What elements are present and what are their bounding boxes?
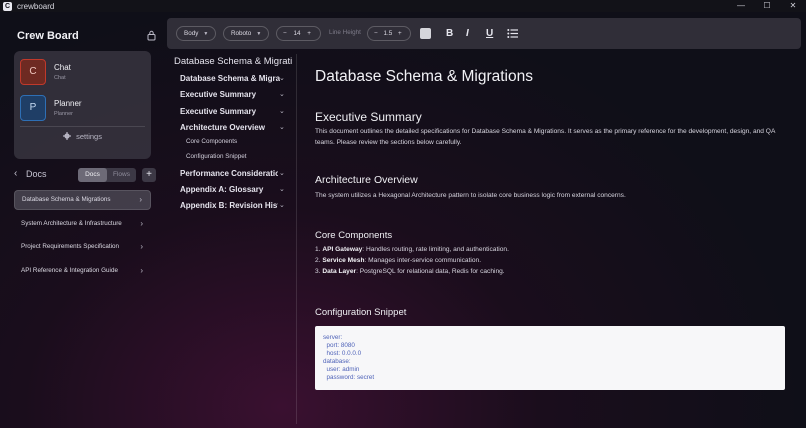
chevron-down-icon[interactable]: ⌄ — [279, 74, 285, 82]
list-item[interactable]: 2. Service Mesh: Manages inter-service c… — [315, 257, 481, 264]
increase-font-button[interactable]: + — [307, 30, 311, 37]
paragraph-architecture-overview[interactable]: The system utilizes a Hexagonal Architec… — [315, 191, 785, 202]
doc-list: Database Schema & Migrations › System Ar… — [14, 190, 151, 284]
app-title: crewboard — [17, 1, 55, 11]
doc-item-label: Database Schema & Migrations — [22, 196, 111, 203]
outline-subitem[interactable]: Configuration Snippet — [186, 153, 247, 160]
outline-item[interactable]: Executive Summary — [180, 90, 256, 99]
line-height-label: Line Height — [329, 29, 361, 36]
chevron-down-icon[interactable]: ⌄ — [279, 90, 285, 98]
increase-line-height-button[interactable]: + — [398, 30, 402, 37]
title-bar: C crewboard — ☐ ✕ — [0, 0, 806, 12]
agent-role: Chat — [54, 75, 66, 81]
divider — [20, 126, 145, 127]
gear-icon — [63, 132, 72, 140]
line-height-stepper: − 1.5 + — [367, 26, 411, 41]
docs-label: Docs — [26, 169, 47, 179]
maximize-button[interactable]: ☐ — [754, 0, 780, 12]
decrease-line-height-button[interactable]: − — [374, 30, 378, 37]
font-size-stepper: − 14 + — [276, 26, 321, 41]
italic-button[interactable]: I — [466, 26, 469, 41]
code-block[interactable]: server: port: 8080 host: 0.0.0.0 databas… — [315, 326, 785, 390]
agent-planner[interactable]: P Planner Planner — [20, 95, 82, 121]
chevron-right-icon: › — [139, 195, 142, 204]
chevron-right-icon: › — [140, 218, 143, 228]
agent-name: Planner — [54, 99, 82, 108]
agent-avatar: P — [20, 95, 46, 121]
heading-configuration-snippet[interactable]: Configuration Snippet — [315, 307, 406, 318]
style-select[interactable]: Body ▼ — [176, 26, 217, 41]
agent-chat[interactable]: C Chat Chat — [20, 59, 71, 85]
heading-executive-summary[interactable]: Executive Summary — [315, 110, 422, 124]
close-button[interactable]: ✕ — [780, 0, 806, 12]
settings-button[interactable]: settings — [14, 132, 151, 141]
chevron-right-icon: › — [140, 242, 143, 251]
docs-header: ‹ Docs Docs Flows + — [14, 168, 156, 182]
outline-item[interactable]: Performance Considerations — [180, 169, 278, 178]
agent-avatar: C — [20, 59, 46, 85]
doc-item-label: API Reference & Integration Guide — [21, 266, 118, 274]
list-item[interactable]: 3. Data Layer: PostgreSQL for relational… — [315, 268, 505, 275]
list-item[interactable]: 1. API Gateway: Handles routing, rate li… — [315, 246, 509, 253]
heading-core-components[interactable]: Core Components — [315, 230, 392, 241]
window-controls: — ☐ ✕ — [728, 0, 806, 12]
bold-button[interactable]: B — [446, 26, 453, 41]
paragraph-executive-summary[interactable]: This document outlines the detailed spec… — [315, 127, 785, 148]
line-height-value[interactable]: 1.5 — [383, 30, 392, 37]
font-select-value: Roboto — [231, 30, 252, 37]
document-title[interactable]: Database Schema & Migrations — [315, 68, 533, 86]
caret-down-icon: ▼ — [256, 31, 262, 37]
tab-docs[interactable]: Docs — [78, 168, 107, 182]
document-outline: Database Schema & Migrations Database Sc… — [167, 54, 297, 424]
minimize-button[interactable]: — — [728, 0, 754, 12]
chevron-left-icon[interactable]: ‹ — [14, 168, 17, 179]
doc-item-system-architecture[interactable]: System Architecture & Infrastructure › — [14, 214, 151, 234]
outline-subitem[interactable]: Core Components — [186, 138, 237, 145]
chevron-down-icon[interactable]: ⌄ — [279, 123, 285, 131]
chevron-down-icon[interactable]: ⌄ — [279, 107, 285, 115]
sidebar: Crew Board C Chat Chat P Planner Planner — [0, 12, 160, 428]
chevron-right-icon: › — [140, 265, 143, 275]
agents-card: C Chat Chat P Planner Planner settings — [14, 51, 151, 159]
lock-icon[interactable] — [147, 30, 156, 41]
underline-button[interactable]: U — [486, 26, 493, 41]
outline-item[interactable]: Executive Summary — [180, 107, 256, 116]
add-doc-button[interactable]: + — [142, 168, 156, 182]
docs-flows-toggle: Docs Flows — [78, 168, 136, 182]
app-logo-icon: C — [3, 1, 12, 11]
outline-item[interactable]: Appendix B: Revision History — [180, 201, 278, 210]
style-select-value: Body — [184, 30, 199, 37]
caret-down-icon: ▼ — [203, 31, 209, 37]
chevron-down-icon[interactable]: ⌄ — [279, 169, 285, 177]
format-toolbar: Body ▼ Roboto ▼ − 14 + Line Height − 1.5 +… — [167, 18, 801, 49]
decrease-font-button[interactable]: − — [283, 30, 287, 37]
doc-item-label: System Architecture & Infrastructure — [21, 219, 122, 227]
settings-label: settings — [76, 132, 102, 141]
font-select[interactable]: Roboto ▼ — [223, 26, 270, 41]
agent-role: Planner — [54, 111, 73, 117]
outline-item[interactable]: Database Schema & Migrations — [180, 74, 280, 83]
outline-item[interactable]: Architecture Overview — [180, 123, 265, 132]
board-title: Crew Board — [17, 30, 79, 42]
doc-item-api-reference[interactable]: API Reference & Integration Guide › — [14, 261, 151, 281]
heading-architecture-overview[interactable]: Architecture Overview — [315, 174, 418, 186]
outline-item[interactable]: Appendix A: Glossary — [180, 185, 263, 194]
font-size-value[interactable]: 14 — [293, 30, 300, 37]
doc-item-database-schema[interactable]: Database Schema & Migrations › — [14, 190, 151, 210]
outline-title[interactable]: Database Schema & Migrations — [174, 56, 292, 67]
chevron-down-icon[interactable]: ⌄ — [279, 201, 285, 209]
text-color-swatch[interactable] — [420, 28, 431, 39]
bullet-list-icon[interactable] — [507, 28, 518, 39]
doc-item-project-requirements[interactable]: Project Requirements Specification › — [14, 237, 151, 257]
doc-item-label: Project Requirements Specification — [21, 243, 119, 250]
tab-flows[interactable]: Flows — [107, 168, 136, 182]
agent-name: Chat — [54, 63, 71, 72]
chevron-down-icon[interactable]: ⌄ — [279, 185, 285, 193]
